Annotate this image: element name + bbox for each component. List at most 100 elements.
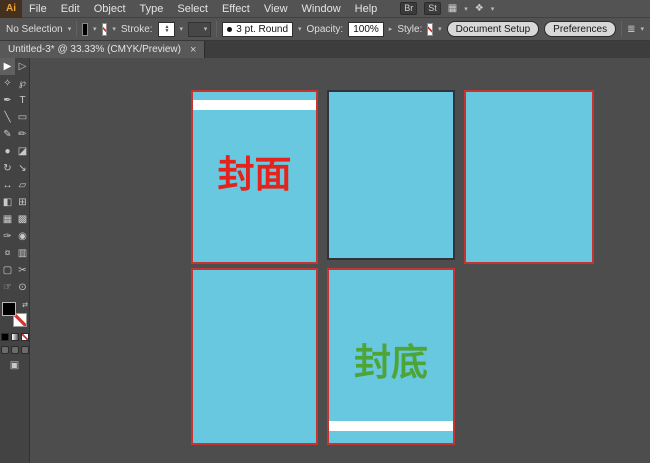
- eyedropper-tool[interactable]: ✑: [0, 228, 15, 245]
- selection-status-label: No Selection: [6, 24, 63, 35]
- arrange-documents-chevron-icon[interactable]: ▾: [464, 5, 468, 13]
- app-logo-icon: Ai: [0, 0, 22, 18]
- divider: [216, 21, 217, 37]
- draw-behind-button[interactable]: [11, 346, 19, 354]
- stroke-stepper-icon[interactable]: ▲▼: [165, 25, 170, 33]
- color-button[interactable]: [1, 333, 9, 341]
- artboard-tool[interactable]: ▢: [0, 262, 15, 279]
- artboard-top-middle[interactable]: [327, 90, 455, 260]
- document-tab-title: Untitled-3* @ 33.33% (CMYK/Preview): [8, 44, 181, 55]
- tools-panel: ▶ ▷ ✧ ℘ ✒ T ╲ ▭ ✎ ✏ ● ◪ ↻ ↘ ↔ ▱ ◧ ⊞ ▦ ▩ …: [0, 58, 30, 463]
- shape-builder-tool[interactable]: ◧: [0, 194, 15, 211]
- canvas[interactable]: 封面 封底: [30, 58, 650, 463]
- workspace-icon[interactable]: ❖: [475, 3, 484, 14]
- menu-file[interactable]: File: [22, 0, 54, 17]
- bridge-button[interactable]: Br: [400, 2, 417, 15]
- selection-tool[interactable]: ▶: [0, 58, 15, 75]
- brush-definition-value: 3 pt. Round: [236, 24, 288, 35]
- draw-normal-button[interactable]: [1, 346, 9, 354]
- pen-tool[interactable]: ✒: [0, 92, 15, 109]
- cover-front-label[interactable]: 封面: [193, 144, 316, 198]
- fill-color-chevron-icon[interactable]: ▾: [93, 25, 97, 33]
- rotate-tool[interactable]: ↻: [0, 160, 15, 177]
- width-tool[interactable]: ↔: [0, 177, 15, 194]
- drawing-mode-buttons: [0, 346, 29, 354]
- brush-definition-dropdown[interactable]: 3 pt. Round: [222, 22, 293, 37]
- menu-view[interactable]: View: [257, 0, 295, 17]
- fill-stroke-indicator: ⇄: [1, 301, 28, 328]
- mesh-tool[interactable]: ▦: [0, 211, 15, 228]
- fill-color-chip[interactable]: [2, 302, 16, 316]
- gradient-tool[interactable]: ▩: [15, 211, 30, 228]
- pencil-tool[interactable]: ✏: [15, 126, 30, 143]
- free-transform-tool[interactable]: ▱: [15, 177, 30, 194]
- slice-tool[interactable]: ✂: [15, 262, 30, 279]
- artboard-cover-front[interactable]: 封面: [191, 90, 318, 264]
- preferences-button[interactable]: Preferences: [544, 21, 616, 37]
- cover-back-label[interactable]: 封底: [329, 332, 453, 386]
- rectangle-tool[interactable]: ▭: [15, 109, 30, 126]
- perspective-grid-tool[interactable]: ⊞: [15, 194, 30, 211]
- selection-status-chevron-icon[interactable]: ▾: [68, 25, 72, 33]
- close-tab-icon[interactable]: ×: [190, 44, 196, 56]
- type-tool[interactable]: T: [15, 92, 30, 109]
- gradient-button[interactable]: [11, 333, 19, 341]
- menu-type[interactable]: Type: [133, 0, 171, 17]
- align-panel-icon[interactable]: ≣: [627, 24, 635, 35]
- stroke-weight-input[interactable]: ▲▼: [158, 22, 175, 37]
- menu-object[interactable]: Object: [87, 0, 133, 17]
- hand-tool[interactable]: ☞: [0, 279, 15, 296]
- artboard-top-right[interactable]: [464, 90, 594, 264]
- direct-selection-tool[interactable]: ▷: [15, 58, 30, 75]
- white-stripe[interactable]: [329, 421, 453, 431]
- variable-width-profile-dropdown[interactable]: ▾: [188, 22, 211, 37]
- paintbrush-tool[interactable]: ✎: [0, 126, 15, 143]
- menu-edit[interactable]: Edit: [54, 0, 87, 17]
- artboard-bottom-left[interactable]: [191, 268, 318, 445]
- screen-mode-button[interactable]: ▣: [0, 360, 29, 371]
- white-stripe[interactable]: [193, 100, 316, 110]
- column-graph-tool[interactable]: ▥: [15, 245, 30, 262]
- eraser-tool[interactable]: ◪: [15, 143, 30, 160]
- blob-brush-tool[interactable]: ●: [0, 143, 15, 160]
- menu-effect[interactable]: Effect: [215, 0, 257, 17]
- menu-window[interactable]: Window: [295, 0, 348, 17]
- stroke-color-swatch[interactable]: [102, 23, 108, 36]
- menu-help[interactable]: Help: [348, 0, 385, 17]
- stroke-weight-chevron-icon[interactable]: ▾: [180, 25, 184, 33]
- none-button[interactable]: [21, 333, 29, 341]
- lasso-tool[interactable]: ℘: [15, 75, 30, 92]
- divider: [76, 21, 77, 37]
- draw-inside-button[interactable]: [21, 346, 29, 354]
- opacity-label: Opacity:: [307, 24, 344, 35]
- control-bar: No Selection ▾ ▾ ▾ Stroke: ▲▼ ▾ ▾ 3 pt. …: [0, 18, 650, 41]
- style-chevron-icon[interactable]: ▾: [438, 25, 442, 33]
- blend-tool[interactable]: ◉: [15, 228, 30, 245]
- document-tab[interactable]: Untitled-3* @ 33.33% (CMYK/Preview) ×: [0, 41, 205, 58]
- fill-color-swatch[interactable]: [82, 23, 88, 36]
- stock-button[interactable]: St: [424, 2, 441, 15]
- scale-tool[interactable]: ↘: [15, 160, 30, 177]
- opacity-input[interactable]: 100%: [348, 22, 384, 37]
- brush-definition-chevron-icon[interactable]: ▾: [298, 25, 302, 33]
- magic-wand-tool[interactable]: ✧: [0, 75, 15, 92]
- document-tab-bar: Untitled-3* @ 33.33% (CMYK/Preview) ×: [0, 41, 650, 58]
- zoom-tool[interactable]: ⊙: [15, 279, 30, 296]
- divider: [621, 21, 622, 37]
- document-setup-button[interactable]: Document Setup: [447, 21, 540, 37]
- artboard-cover-back[interactable]: 封底: [327, 268, 455, 445]
- symbol-sprayer-tool[interactable]: ¤: [0, 245, 15, 262]
- style-swatch[interactable]: [427, 23, 433, 36]
- app-bar-icons: Br St ▦ ▾ ❖ ▾: [400, 2, 494, 15]
- swap-fill-stroke-icon[interactable]: ⇄: [22, 301, 28, 309]
- opacity-panel-arrow-icon[interactable]: ▸: [389, 25, 393, 33]
- line-segment-tool[interactable]: ╲: [0, 109, 15, 126]
- stroke-color-chevron-icon[interactable]: ▾: [112, 25, 116, 33]
- arrange-documents-icon[interactable]: ▦: [448, 3, 457, 14]
- align-panel-chevron-icon[interactable]: ▾: [640, 25, 644, 33]
- menu-bar: Ai File Edit Object Type Select Effect V…: [0, 0, 650, 18]
- stroke-weight-label: Stroke:: [121, 24, 153, 35]
- menu-select[interactable]: Select: [170, 0, 215, 17]
- workspace-chevron-icon[interactable]: ▾: [491, 5, 495, 13]
- color-type-buttons: [0, 333, 29, 341]
